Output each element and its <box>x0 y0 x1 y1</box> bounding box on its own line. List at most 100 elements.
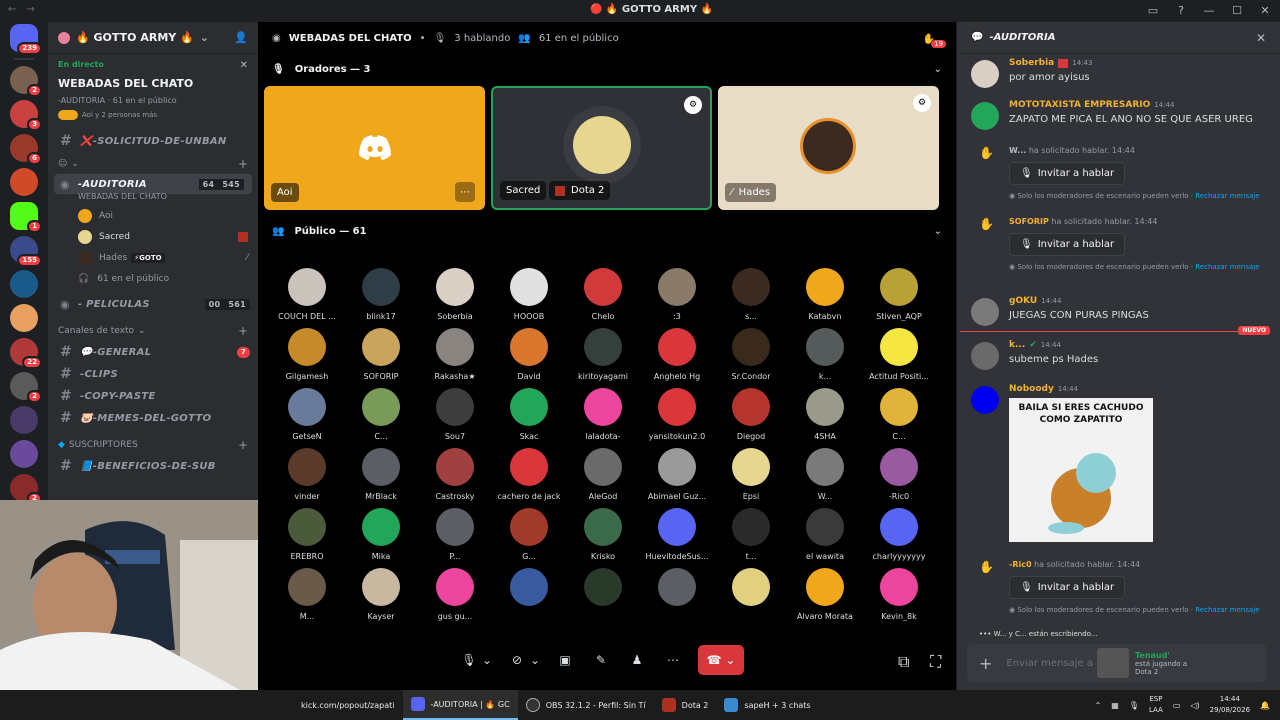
category-suscriptores[interactable]: ◆ SUSCRIPTORES + <box>48 435 258 455</box>
audience-count[interactable]: 🎧 61 en el público <box>48 268 258 289</box>
audience-member[interactable]: MrBlack <box>344 448 418 501</box>
close-icon[interactable]: ✕ <box>240 60 248 71</box>
audience-member[interactable]: yansitokun2.0 <box>640 388 714 441</box>
message-input[interactable]: Enviar mensaje a <box>1006 658 1093 669</box>
camera-off-button[interactable]: ⊘ <box>506 649 528 671</box>
add-channel-icon[interactable]: + <box>238 438 248 452</box>
audience-member[interactable]: HuevitodeSus... <box>640 508 714 561</box>
audience-member[interactable]: G... <box>492 508 566 561</box>
mic-icon[interactable]: 🎙 <box>1129 701 1139 710</box>
add-channel-icon[interactable]: + <box>238 157 248 171</box>
audience-member[interactable]: W... <box>788 448 862 501</box>
message-author[interactable]: k... <box>1009 340 1025 350</box>
audience-member[interactable]: HOOOB <box>492 268 566 321</box>
audience-member[interactable]: Rakasha★ <box>418 328 492 381</box>
server-header[interactable]: 🔥 GOTTO ARMY 🔥 ⌄ 👤 <box>48 22 258 54</box>
audience-member[interactable]: EREBRO <box>270 508 344 561</box>
live-stage-card[interactable]: En directo ✕ WEBADAS DEL CHATO -AUDITORIA… <box>48 54 258 124</box>
audience-member[interactable]: laladota- <box>566 388 640 441</box>
more-options-button[interactable]: ⋯ <box>455 182 475 202</box>
add-channel-icon[interactable]: + <box>238 324 248 338</box>
more-options-button[interactable]: ⋯ <box>662 649 684 671</box>
kick-server-icon[interactable]: 1 <box>10 202 42 233</box>
microphone-button[interactable]: 🎙 <box>458 649 480 671</box>
audience-member[interactable]: Krisko <box>566 508 640 561</box>
taskbar-item-dota[interactable]: Dota 2 <box>654 690 717 720</box>
audience-member[interactable]: s... <box>714 268 788 321</box>
audience-member[interactable]: Sr.Condor <box>714 328 788 381</box>
chevron-up-icon[interactable]: ⌃ <box>1095 701 1102 710</box>
app-tray-icon[interactable]: ▦ <box>1111 701 1119 710</box>
audience-member[interactable]: Katabvn <box>788 268 862 321</box>
network-icon[interactable]: ▭ <box>1173 701 1181 710</box>
audience-member[interactable] <box>566 568 640 621</box>
audience-member[interactable]: M... <box>270 568 344 621</box>
channel-memes-del-gotto[interactable]: # 🐷-MEMES-DEL-GOTTO <box>48 407 258 429</box>
voice-user-sacred[interactable]: Sacred <box>48 226 258 247</box>
reject-message-link[interactable]: Rechazar mensaje <box>1195 192 1259 200</box>
audience-member[interactable]: Kayser <box>344 568 418 621</box>
disconnect-button[interactable]: ☎ ⌄ <box>698 645 744 675</box>
message-author[interactable]: MOTOTAXISTA EMPRESARIO <box>1009 100 1150 110</box>
popout-icon[interactable]: ⧉ <box>898 652 909 672</box>
server-icon[interactable] <box>10 440 38 468</box>
channel-peliculas[interactable]: ◉ - PELICULAS 00 561 <box>48 293 258 315</box>
audience-member[interactable]: Epsi <box>714 448 788 501</box>
audience-member[interactable]: t... <box>714 508 788 561</box>
audience-member[interactable]: :3 <box>640 268 714 321</box>
audience-member[interactable] <box>640 568 714 621</box>
request-user[interactable]: W... <box>1009 146 1026 155</box>
channel-clips[interactable]: # -CLIPS <box>48 363 258 385</box>
audience-member[interactable]: gus gu... <box>418 568 492 621</box>
channel-copy-paste[interactable]: # -COPY-PASTE <box>48 385 258 407</box>
add-user-icon[interactable]: 👤 <box>234 31 248 44</box>
chevron-down-icon[interactable]: ⌄ <box>530 649 540 671</box>
audience-member[interactable]: Stiven_AQP <box>862 268 936 321</box>
server-icon[interactable] <box>10 270 38 298</box>
audience-member[interactable]: kiritoyagami <box>566 328 640 381</box>
server-icon[interactable]: 6 <box>10 134 42 165</box>
close-icon[interactable]: ✕ <box>1256 31 1266 45</box>
channel-general[interactable]: # 💬-GENERAL 7 <box>48 341 258 363</box>
category-text-channels[interactable]: Canales de texto ⌄ + <box>48 321 258 341</box>
notifications-icon[interactable]: 🔔 <box>1260 701 1270 710</box>
home-button[interactable]: 239 <box>10 24 42 55</box>
maximize-icon[interactable]: ☐ <box>1230 3 1244 17</box>
audience-member[interactable]: el wawita <box>788 508 862 561</box>
audience-member[interactable]: Skac <box>492 388 566 441</box>
audience-member[interactable]: Alvaro Morata <box>788 568 862 621</box>
audience-member[interactable]: blink17 <box>344 268 418 321</box>
channel-solicitud-de-unban[interactable]: # ❌-SOLICITUD-DE-UNBAN <box>48 130 258 152</box>
dm-avatar[interactable]: 3 <box>10 100 42 131</box>
audience-member[interactable]: Soberbia <box>418 268 492 321</box>
close-window-icon[interactable]: ✕ <box>1258 3 1272 17</box>
server-icon[interactable]: 155 <box>10 236 42 267</box>
volume-icon[interactable]: ◁) <box>1190 701 1199 710</box>
audience-member[interactable]: Anghelo Hg <box>640 328 714 381</box>
reject-message-link[interactable]: Rechazar mensaje <box>1195 606 1259 614</box>
audience-member[interactable] <box>492 568 566 621</box>
clock[interactable]: 14:44 29/08/2026 <box>1210 694 1250 716</box>
request-user[interactable]: SOFORIP <box>1009 217 1049 226</box>
audience-member[interactable]: Abimael Guz... <box>640 448 714 501</box>
audience-member[interactable] <box>714 568 788 621</box>
audience-member[interactable]: P... <box>418 508 492 561</box>
invite-to-speak-button[interactable]: 🎙 Invitar a hablar <box>1009 576 1126 599</box>
audience-member[interactable]: Actitud Positi... <box>862 328 936 381</box>
avatar[interactable] <box>971 60 999 88</box>
reject-message-link[interactable]: Rechazar mensaje <box>1195 263 1259 271</box>
audience-member[interactable]: cachero de jack <box>492 448 566 501</box>
chevron-down-icon[interactable]: ⌄ <box>482 649 492 671</box>
audience-member[interactable]: C... <box>862 388 936 441</box>
avatar[interactable] <box>971 386 999 414</box>
message-author[interactable]: gOKU <box>1009 296 1037 306</box>
channel-auditoria[interactable]: ◉ -AUDITORIA 64 545 <box>54 174 252 194</box>
activity-card[interactable]: Tenaud' está jugando a Dota 2 <box>1097 648 1187 678</box>
avatar[interactable] <box>971 102 999 130</box>
audience-member[interactable]: 4SHA <box>788 388 862 441</box>
audience-member[interactable]: Diegod <box>714 388 788 441</box>
audience-member[interactable]: k... <box>788 328 862 381</box>
audience-member[interactable]: charlyyyyyyy <box>862 508 936 561</box>
meme-image[interactable]: BAILA SI ERES CACHUDO COMO ZAPATITO <box>1009 398 1153 542</box>
forward-arrow-icon[interactable]: → <box>26 4 34 15</box>
